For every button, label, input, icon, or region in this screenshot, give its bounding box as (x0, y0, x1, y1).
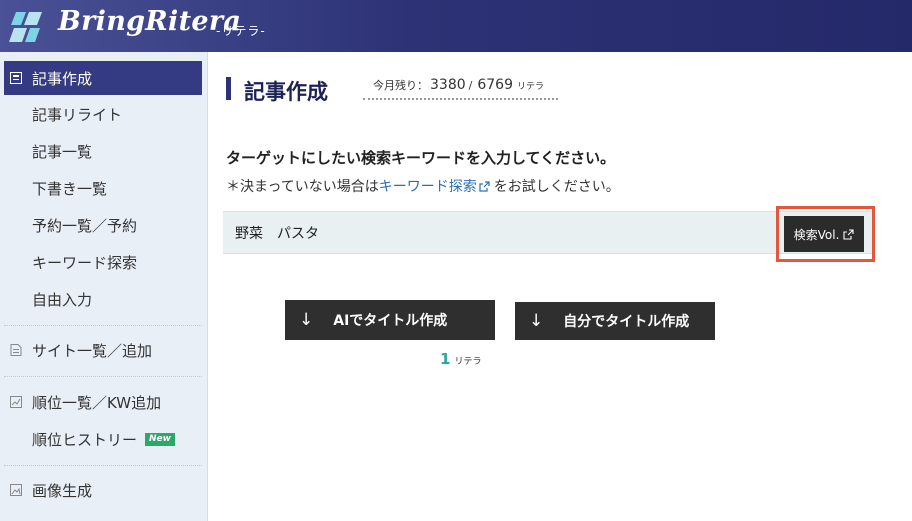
sidebar-item-keyword-explore[interactable]: キーワード探索 (4, 245, 202, 279)
sidebar-item-label: 順位一覧／KW追加 (32, 393, 162, 412)
ai-title-create-label: AIでタイトル作成 (333, 313, 448, 329)
sidebar-item-label: 下書き一覧 (32, 179, 108, 198)
sidebar-item-label: 順位ヒストリー (32, 430, 138, 449)
remaining-unit: リテラ (517, 82, 545, 92)
search-volume-label: 検索Vol. (793, 227, 840, 242)
remaining-separator: / (468, 79, 473, 92)
header-bar: BringRitera -リテラ- (0, 0, 912, 52)
sidebar-item-rankings[interactable]: 順位一覧／KW追加 (4, 385, 202, 419)
note-prefix: ＊決まっていない場合は (226, 179, 379, 195)
sidebar-item-image-gen[interactable]: 画像生成 (4, 473, 202, 507)
sidebar-item-rank-history[interactable]: 順位ヒストリー New (4, 422, 202, 456)
sidebar-item-label: 記事一覧 (32, 142, 93, 161)
keyword-instruction: ターゲットにしたい検索キーワードを入力してください。 (226, 149, 616, 167)
ai-title-create-button[interactable]: ↓ AIでタイトル作成 (285, 300, 495, 340)
sidebar-divider (4, 325, 202, 326)
brand-logo-icon[interactable] (9, 10, 45, 44)
sidebar-item-schedule[interactable]: 予約一覧／予約 (4, 208, 202, 242)
sidebar-divider (4, 465, 202, 466)
search-volume-button[interactable]: 検索Vol. (784, 216, 864, 252)
manual-title-create-label: 自分でタイトル作成 (563, 314, 690, 330)
remaining-total: 6769 (477, 77, 513, 93)
title-accent-bar (226, 77, 231, 100)
sidebar-item-sites[interactable]: サイト一覧／追加 (4, 333, 202, 367)
ai-cost-number: 1 (440, 350, 451, 368)
ai-cost-unit: リテラ (454, 357, 482, 367)
sidebar-item-label: 記事作成 (32, 69, 93, 88)
sidebar-item-label: 予約一覧／予約 (32, 216, 138, 235)
brand-subtitle: -リテラ- (216, 24, 266, 38)
note-suffix: をお試しください。 (493, 179, 620, 195)
page-title: 記事作成 (244, 80, 328, 104)
sidebar-divider (4, 376, 202, 377)
sidebar-item-free-input[interactable]: 自由入力 (4, 282, 202, 316)
manual-title-create-button[interactable]: ↓ 自分でタイトル作成 (515, 302, 715, 340)
arrow-down-icon: ↓ (529, 311, 544, 331)
arrow-down-icon: ↓ (299, 310, 314, 330)
new-badge: New (145, 432, 175, 446)
document-icon (10, 72, 22, 84)
sidebar-item-label: 画像生成 (32, 481, 93, 500)
remaining-credits: 今月残り： 3380 / 6769 リテラ (363, 77, 558, 100)
chart-icon (10, 396, 22, 408)
remaining-label: 今月残り： (373, 79, 428, 92)
keyword-note: ＊決まっていない場合はキーワード探索 をお試しください。 (226, 176, 620, 196)
remaining-used: 3380 (430, 77, 466, 93)
keyword-input[interactable] (235, 222, 755, 244)
sidebar-item-label: サイト一覧／追加 (32, 341, 153, 360)
sidebar-item-article-rewrite[interactable]: 記事リライト (4, 97, 202, 131)
sidebar-item-label: 自由入力 (32, 290, 93, 309)
page-icon (10, 344, 22, 356)
external-link-icon[interactable] (479, 181, 490, 192)
external-link-icon (843, 228, 854, 240)
sidebar-item-label: 記事リライト (32, 105, 123, 124)
keyword-explore-link[interactable]: キーワード探索 (379, 179, 477, 195)
sidebar-item-drafts[interactable]: 下書き一覧 (4, 171, 202, 205)
sidebar-item-article-create[interactable]: 記事作成 (4, 61, 202, 95)
sidebar-item-label: キーワード探索 (32, 253, 138, 272)
sidebar: 記事作成 記事リライト 記事一覧 下書き一覧 予約一覧／予約 キーワード探索 自… (0, 52, 208, 521)
image-icon (10, 484, 22, 496)
ai-cost: 1 リテラ (440, 350, 481, 368)
brand-name[interactable]: BringRitera (58, 6, 241, 37)
sidebar-item-article-list[interactable]: 記事一覧 (4, 134, 202, 168)
